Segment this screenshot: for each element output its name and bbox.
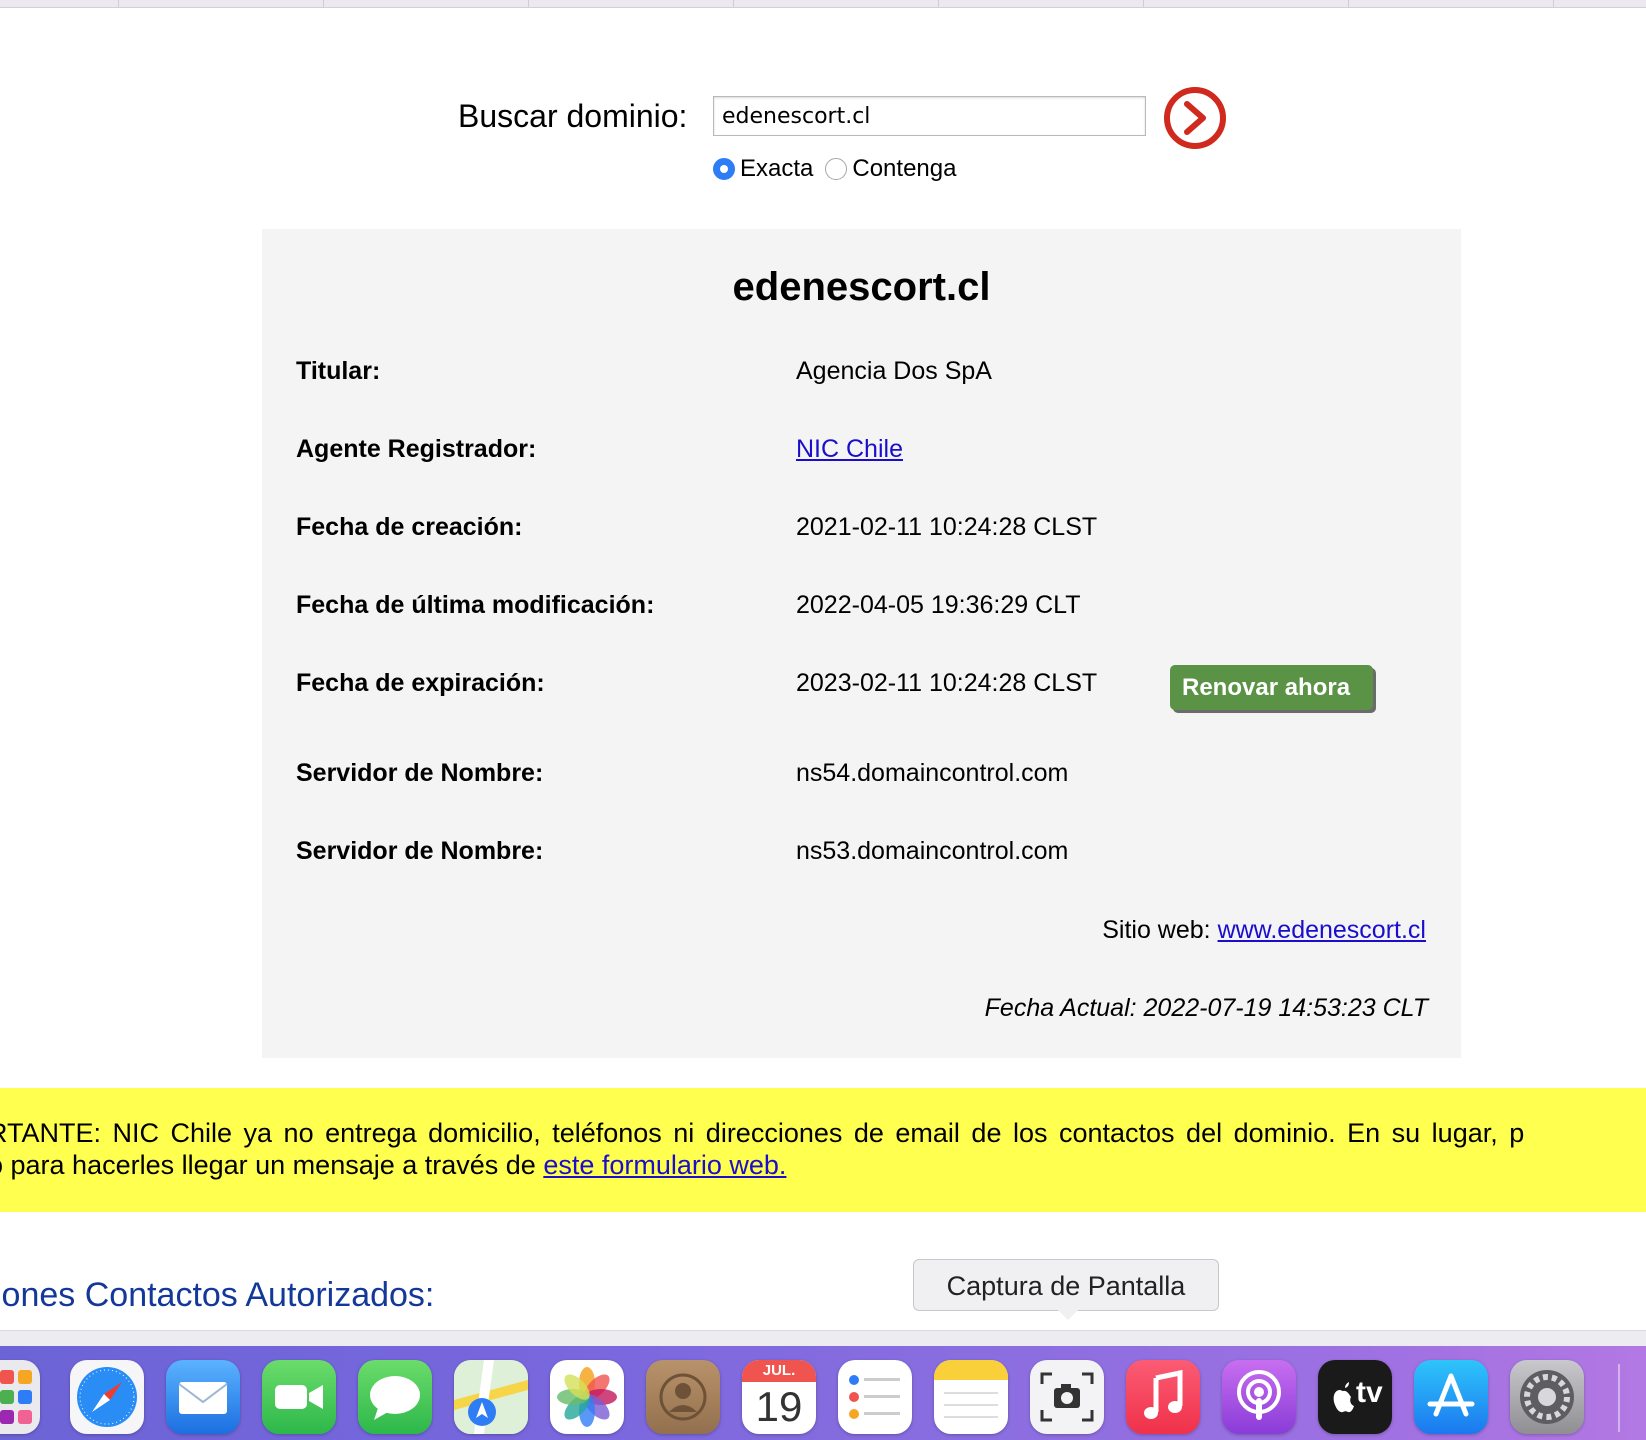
dock-divider bbox=[1618, 1364, 1620, 1432]
search-label: Buscar dominio: bbox=[458, 98, 688, 134]
browser-tab-strip bbox=[0, 0, 1646, 8]
dock-tooltip: Captura de Pantalla bbox=[913, 1259, 1219, 1311]
current-date: Fecha Actual: 2022-07-19 14:53:23 CLT bbox=[984, 994, 1428, 1022]
privacy-notice-banner: RTANTE: NIC Chile ya no entrega domicili… bbox=[0, 1088, 1646, 1212]
radio-exacta-label[interactable]: Exacta bbox=[740, 155, 813, 183]
row-label-created: Fecha de creación: bbox=[296, 513, 523, 541]
search-go-button[interactable] bbox=[1164, 87, 1226, 149]
renew-now-button[interactable]: Renovar ahora bbox=[1170, 665, 1373, 710]
maps-icon[interactable] bbox=[454, 1360, 528, 1434]
row-label-nameserver-2: Servidor de Nombre: bbox=[296, 837, 544, 865]
row-value-nameserver-2: ns53.domaincontrol.com bbox=[796, 837, 1069, 865]
row-value-titular: Agencia Dos SpA bbox=[796, 357, 992, 385]
domain-search-input[interactable] bbox=[713, 96, 1146, 136]
row-value-nameserver-1: ns54.domaincontrol.com bbox=[796, 759, 1069, 787]
tab-segment[interactable] bbox=[0, 0, 119, 7]
tooltip-tail bbox=[1058, 1310, 1078, 1320]
contact-form-link[interactable]: este formulario web. bbox=[543, 1150, 786, 1180]
safari-icon[interactable] bbox=[70, 1360, 144, 1434]
website-line: Sitio web: www.edenescort.cl bbox=[1102, 916, 1426, 945]
radio-exacta[interactable] bbox=[713, 158, 735, 180]
reminders-icon[interactable] bbox=[838, 1360, 912, 1434]
messages-icon[interactable] bbox=[358, 1360, 432, 1434]
notice-text-line-1: RTANTE: NIC Chile ya no entrega domicili… bbox=[0, 1118, 1525, 1148]
photos-icon[interactable] bbox=[550, 1360, 624, 1434]
row-label-nameserver-1: Servidor de Nombre: bbox=[296, 759, 544, 787]
app-store-icon[interactable] bbox=[1414, 1360, 1488, 1434]
row-value-expiration: 2023-02-11 10:24:28 CLST bbox=[796, 669, 1098, 697]
tab-segment[interactable] bbox=[324, 0, 529, 7]
system-preferences-icon[interactable] bbox=[1510, 1360, 1584, 1434]
apple-tv-icon[interactable]: tv bbox=[1318, 1360, 1392, 1434]
contacts-icon[interactable] bbox=[646, 1360, 720, 1434]
domain-title: edenescort.cl bbox=[732, 265, 991, 309]
tab-segment[interactable] bbox=[529, 0, 734, 7]
page-bottom-edge bbox=[0, 1330, 1646, 1347]
tab-segment[interactable] bbox=[119, 0, 324, 7]
row-label-modified: Fecha de última modificación: bbox=[296, 591, 655, 619]
row-label-expiration: Fecha de expiración: bbox=[296, 669, 545, 697]
website-link[interactable]: www.edenescort.cl bbox=[1218, 916, 1426, 944]
radio-contenga-label[interactable]: Contenga bbox=[852, 155, 956, 183]
apple-tv-label: tv bbox=[1356, 1376, 1383, 1409]
calendar-icon[interactable]: JUL. 19 bbox=[742, 1360, 816, 1434]
screenshot-icon[interactable] bbox=[1030, 1360, 1104, 1434]
notice-text-line-2: o para hacerles llegar un mensaje a trav… bbox=[0, 1150, 786, 1181]
search-mode-options: Exacta Contenga bbox=[713, 155, 968, 183]
tab-segment[interactable] bbox=[734, 0, 939, 7]
notes-icon[interactable] bbox=[934, 1360, 1008, 1434]
calendar-month: JUL. bbox=[742, 1360, 816, 1382]
podcasts-icon[interactable] bbox=[1222, 1360, 1296, 1434]
website-label: Sitio web: bbox=[1102, 916, 1218, 944]
row-value-modified: 2022-04-05 19:36:29 CLT bbox=[796, 591, 1081, 619]
music-icon[interactable] bbox=[1126, 1360, 1200, 1434]
calendar-day: 19 bbox=[755, 1383, 803, 1430]
macos-dock: JUL. 19 tv bbox=[0, 1346, 1646, 1440]
radio-contenga[interactable] bbox=[825, 158, 848, 180]
chevron-right-icon bbox=[1184, 101, 1206, 135]
row-label-titular: Titular: bbox=[296, 357, 381, 385]
notice-text-prefix: o para hacerles llegar un mensaje a trav… bbox=[0, 1150, 544, 1180]
row-label-registrar: Agente Registrador: bbox=[296, 435, 537, 463]
registrar-link[interactable]: NIC Chile bbox=[796, 435, 903, 464]
launchpad-icon[interactable] bbox=[0, 1360, 40, 1434]
row-value-created: 2021-02-11 10:24:28 CLST bbox=[796, 513, 1098, 541]
tab-segment[interactable] bbox=[939, 0, 1144, 7]
mail-icon[interactable] bbox=[166, 1360, 240, 1434]
tab-segment[interactable] bbox=[1144, 0, 1349, 7]
tab-segment[interactable] bbox=[1349, 0, 1554, 7]
whois-result-panel: edenescort.cl Titular: Agencia Dos SpA A… bbox=[262, 229, 1461, 1058]
facetime-icon[interactable] bbox=[262, 1360, 336, 1434]
authorized-contacts-heading: iones Contactos Autorizados: bbox=[0, 1276, 435, 1314]
